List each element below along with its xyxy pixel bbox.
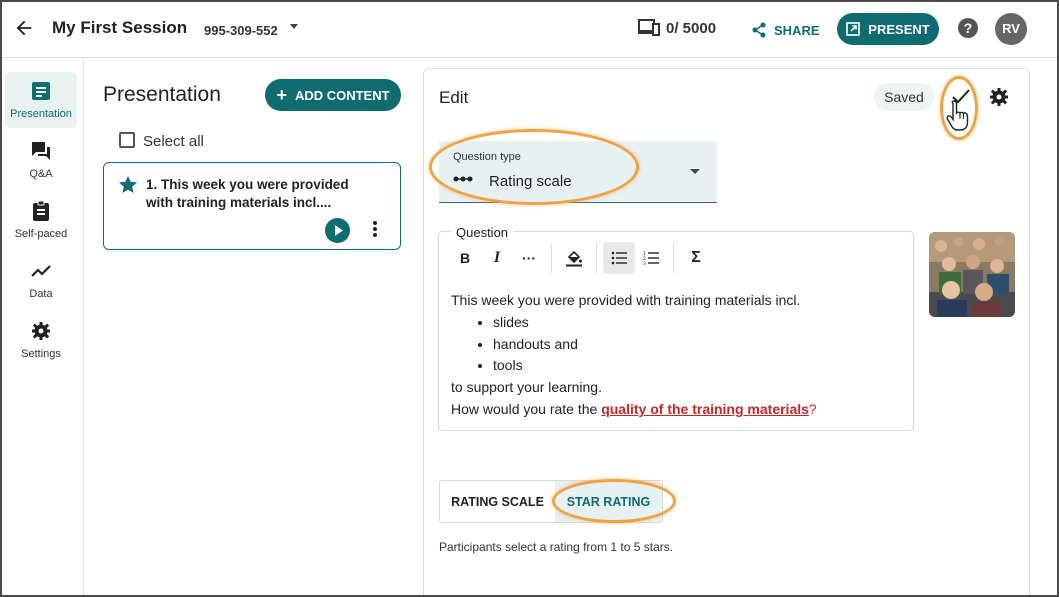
toolbar-divider: [673, 243, 674, 273]
share-label: SHARE: [774, 22, 820, 38]
add-content-button[interactable]: + ADD CONTENT: [265, 79, 401, 111]
toolbar-divider: [551, 243, 552, 273]
present-button[interactable]: PRESENT: [837, 13, 939, 45]
saved-status-badge: Saved: [874, 83, 934, 111]
bullet-list-icon: [611, 251, 627, 265]
highlight-ring: [552, 479, 676, 523]
add-content-label: ADD CONTENT: [294, 87, 390, 103]
session-code[interactable]: 995-309-552: [204, 23, 278, 38]
question-ask: How would you rate the quality of the tr…: [451, 399, 901, 421]
share-button[interactable]: SHARE: [752, 20, 820, 40]
avatar[interactable]: RV: [995, 13, 1027, 45]
nav-label: Data: [29, 288, 53, 300]
left-nav: Presentation Q&A Self-paced Data Setting…: [2, 59, 84, 595]
bullet-item: tools: [493, 355, 901, 377]
question-ask-prefix: How would you rate the: [451, 400, 602, 417]
nav-item-presentation[interactable]: Presentation: [5, 72, 77, 128]
question-intro: This week you were provided with trainin…: [451, 292, 801, 308]
italic-icon: I: [493, 249, 501, 266]
trend-line-icon: [31, 265, 51, 277]
nav-label: Self-paced: [14, 228, 68, 240]
slide-card[interactable]: 1. This week you were provided with trai…: [103, 162, 401, 250]
session-title: My First Session: [52, 18, 188, 37]
bullet-list-button[interactable]: [603, 242, 635, 274]
italic-button[interactable]: I: [481, 242, 513, 274]
presentation-panel: Presentation + ADD CONTENT Select all 1.…: [85, 59, 417, 595]
arrow-left-icon[interactable]: [12, 17, 36, 41]
chevron-down-icon: [690, 169, 700, 174]
select-all-label: Select all: [143, 133, 204, 150]
chevron-down-icon[interactable]: [290, 24, 298, 29]
gear-icon: [32, 322, 50, 340]
top-bar: My First Session 995-309-552 0/ 5000 SHA…: [2, 2, 1057, 58]
more-options-icon[interactable]: [370, 220, 380, 240]
rating-description: Participants select a rating from 1 to 5…: [439, 540, 674, 554]
question-image-thumbnail[interactable]: [929, 232, 1015, 317]
editor-toolbar: B I ··· 123 Σ: [449, 242, 712, 274]
question-text[interactable]: This week you were provided with trainin…: [451, 290, 901, 421]
toolbar-divider: [596, 243, 597, 273]
presentation-title: Presentation: [103, 83, 221, 106]
participant-count: 0/ 5000: [666, 20, 717, 37]
tab-rating-scale[interactable]: RATING SCALE: [440, 481, 555, 522]
help-icon[interactable]: ?: [958, 18, 978, 38]
numbered-list-button[interactable]: 123: [635, 242, 667, 274]
chat-icon: [32, 142, 50, 160]
paint-bucket-icon: [566, 250, 582, 267]
select-all-checkbox[interactable]: [119, 132, 135, 148]
play-icon: [335, 225, 343, 236]
formula-button[interactable]: Σ: [680, 242, 712, 274]
edit-panel: Edit Saved Question type Rating scale Qu…: [423, 68, 1030, 595]
question-ask-suffix: ?: [808, 400, 817, 417]
more-format-button[interactable]: ···: [513, 242, 545, 274]
question-editor[interactable]: Question B I ··· 123 Σ This week you wer…: [438, 225, 914, 431]
fill-color-button[interactable]: [558, 242, 590, 274]
settings-gear-icon[interactable]: [988, 86, 1010, 108]
slide-title: 1. This week you were provided with trai…: [146, 177, 349, 210]
present-label: PRESENT: [868, 21, 930, 37]
nav-item-settings[interactable]: Settings: [5, 312, 77, 368]
bold-icon: B: [459, 250, 471, 266]
share-icon: [752, 22, 766, 38]
clipboard-icon: [33, 201, 49, 221]
devices-icon: [638, 19, 660, 37]
question-label: Question: [451, 225, 514, 240]
bullet-item: slides: [493, 312, 901, 334]
svg-text:3: 3: [643, 261, 646, 265]
document-icon: [32, 82, 50, 100]
numbered-list-icon: 123: [643, 251, 659, 265]
nav-label: Q&A: [29, 168, 53, 180]
nav-label: Presentation: [10, 108, 72, 120]
nav-item-self-paced[interactable]: Self-paced: [5, 192, 77, 248]
play-button[interactable]: [325, 218, 350, 243]
external-link-icon: [846, 22, 861, 36]
question-support: to support your learning.: [451, 379, 602, 396]
plus-icon: +: [276, 85, 287, 105]
edit-title: Edit: [439, 88, 469, 107]
sigma-icon: Σ: [691, 249, 701, 266]
question-bullets: slides handouts and tools: [451, 312, 901, 377]
star-icon: [119, 176, 137, 193]
nav-item-data[interactable]: Data: [5, 252, 77, 308]
nav-label: Settings: [21, 348, 61, 360]
question-link[interactable]: quality of the training materials: [601, 401, 809, 417]
hand-cursor-icon: [945, 98, 973, 132]
highlight-ring: [429, 129, 639, 205]
app-window: My First Session 995-309-552 0/ 5000 SHA…: [0, 0, 1059, 597]
nav-item-qa[interactable]: Q&A: [5, 132, 77, 188]
bullet-item: handouts and: [493, 334, 901, 356]
bold-button[interactable]: B: [449, 242, 481, 274]
more-horizontal-icon: ···: [522, 250, 536, 266]
